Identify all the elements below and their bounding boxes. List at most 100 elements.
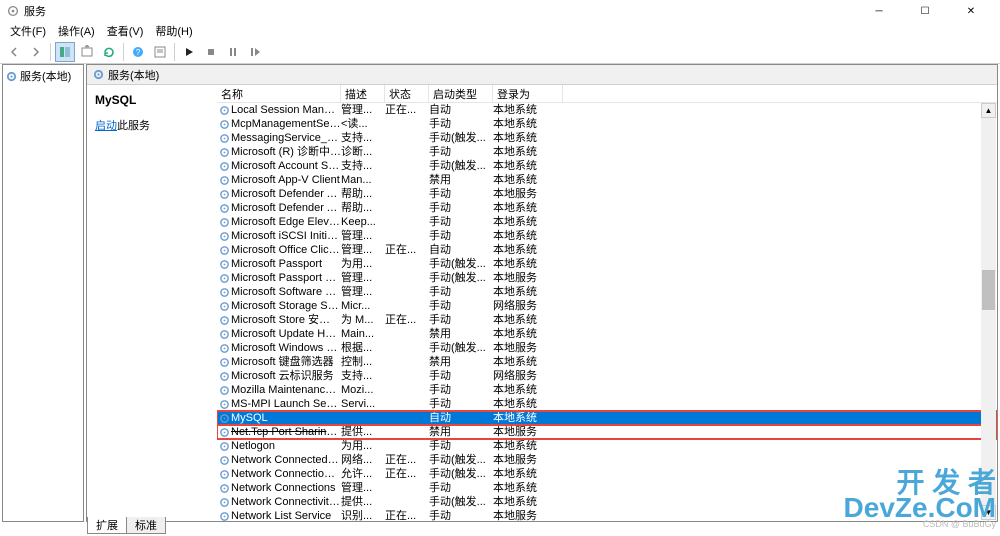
cell-startup: 手动(触发...: [429, 131, 493, 145]
service-row[interactable]: Microsoft Software Shado...管理...手动本地系统: [217, 285, 997, 299]
cell-desc: 支持...: [341, 369, 385, 383]
start-service-button[interactable]: [179, 42, 199, 62]
col-name[interactable]: 名称: [217, 85, 341, 102]
service-row[interactable]: Network Connections管理...手动本地系统: [217, 481, 997, 495]
cell-status: 正在...: [385, 243, 429, 257]
service-row[interactable]: Mozilla Maintenance ServiceMozi...手动本地系统: [217, 383, 997, 397]
tab-standard[interactable]: 标准: [126, 517, 166, 534]
service-row[interactable]: Netlogon为用...手动本地系统: [217, 439, 997, 453]
cell-startup: 手动: [429, 509, 493, 521]
cell-name: Network Connectivity Assis...: [231, 495, 341, 509]
cell-logon: 网络服务: [493, 299, 563, 313]
service-row[interactable]: Microsoft Store 安装服务为 M...正在...手动本地系统: [217, 313, 997, 327]
service-row[interactable]: Network Connected Devic...网络...正在...手动(触…: [217, 453, 997, 467]
tab-extended[interactable]: 扩展: [87, 517, 127, 534]
cell-name: Microsoft Windows SMS 路...: [231, 341, 341, 355]
service-row[interactable]: Local Session Manager管理...正在...自动本地系统: [217, 103, 997, 117]
cell-status: [385, 229, 429, 243]
tree-root-label: 服务(本地): [20, 68, 71, 84]
service-row[interactable]: McpManagementService<读...手动本地系统: [217, 117, 997, 131]
cell-name: Microsoft 键盘筛选器: [231, 355, 341, 369]
scroll-thumb[interactable]: [982, 270, 995, 310]
export-button[interactable]: [77, 42, 97, 62]
back-button[interactable]: [4, 42, 24, 62]
menu-file[interactable]: 文件(F): [4, 22, 52, 40]
service-row[interactable]: Microsoft Passport为用...手动(触发...本地系统: [217, 257, 997, 271]
cell-status: 正在...: [385, 453, 429, 467]
cell-name: Net.Tcp Port Sharing Service: [231, 425, 341, 439]
cell-logon: 本地系统: [493, 285, 563, 299]
service-row[interactable]: Microsoft Account Sign-in ...支持...手动(触发.…: [217, 159, 997, 173]
cell-logon: 本地服务: [493, 341, 563, 355]
service-row[interactable]: Microsoft 云标识服务支持...手动网络服务: [217, 369, 997, 383]
service-row[interactable]: Net.Tcp Port Sharing Service提供...禁用本地服务: [217, 425, 997, 439]
restart-service-button[interactable]: [245, 42, 265, 62]
service-row[interactable]: Microsoft Edge Elevation S...Keep...手动本地…: [217, 215, 997, 229]
cell-desc: 诊断...: [341, 145, 385, 159]
properties-button[interactable]: [150, 42, 170, 62]
menu-action[interactable]: 操作(A): [52, 22, 101, 40]
forward-button[interactable]: [26, 42, 46, 62]
service-row[interactable]: Microsoft Office Click-to-R...管理...正在...…: [217, 243, 997, 257]
cell-startup: 手动: [429, 369, 493, 383]
cell-desc: Man...: [341, 173, 385, 187]
help-button[interactable]: ?: [128, 42, 148, 62]
services-icon: [93, 69, 104, 80]
gear-icon: [217, 215, 231, 229]
show-hide-tree-button[interactable]: [55, 42, 75, 62]
cell-name: Microsoft Passport Container: [231, 271, 341, 285]
cell-desc: Mozi...: [341, 383, 385, 397]
cell-logon: 本地系统: [493, 117, 563, 131]
pause-service-button[interactable]: [223, 42, 243, 62]
gear-icon: [217, 117, 231, 131]
tree-root-item[interactable]: 服务(本地): [5, 67, 81, 85]
service-row[interactable]: MySQL自动本地系统: [217, 411, 997, 425]
cell-startup: 手动(触发...: [429, 271, 493, 285]
service-row[interactable]: MS-MPI Launch ServiceServi...手动本地系统: [217, 397, 997, 411]
close-button[interactable]: ✕: [948, 0, 994, 22]
service-row[interactable]: Microsoft Storage Spaces S...Micr...手动网络…: [217, 299, 997, 313]
cell-logon: 本地系统: [493, 215, 563, 229]
service-row[interactable]: Network Connectivity Assis...提供...手动(触发.…: [217, 495, 997, 509]
cell-desc: 管理...: [341, 285, 385, 299]
service-row[interactable]: Network Connection Broker允许...正在...手动(触发…: [217, 467, 997, 481]
cell-status: [385, 201, 429, 215]
col-desc[interactable]: 描述: [341, 85, 385, 102]
gear-icon: [217, 425, 231, 439]
service-row[interactable]: Microsoft App-V ClientMan...禁用本地系统: [217, 173, 997, 187]
cell-name: Microsoft Software Shado...: [231, 285, 341, 299]
service-row[interactable]: Microsoft (R) 诊断中心标准...诊断...手动本地系统: [217, 145, 997, 159]
cell-name: Microsoft Defender Antivir...: [231, 201, 341, 215]
refresh-button[interactable]: [99, 42, 119, 62]
service-row[interactable]: Microsoft Update Health S...Main...禁用本地系…: [217, 327, 997, 341]
stop-service-button[interactable]: [201, 42, 221, 62]
gear-icon: [217, 341, 231, 355]
cell-startup: 手动: [429, 397, 493, 411]
service-row[interactable]: MessagingService_bac8b支持...手动(触发...本地系统: [217, 131, 997, 145]
col-logon[interactable]: 登录为: [493, 85, 563, 102]
service-row[interactable]: Microsoft Defender Antivir...帮助...手动本地服务: [217, 187, 997, 201]
start-link[interactable]: 启动: [95, 120, 117, 132]
service-row[interactable]: Microsoft Defender Antivir...帮助...手动本地系统: [217, 201, 997, 215]
col-status[interactable]: 状态: [385, 85, 429, 102]
service-row[interactable]: Microsoft iSCSI Initiator Ser...管理...手动本…: [217, 229, 997, 243]
minimize-button[interactable]: ─: [856, 0, 902, 22]
gear-icon: [217, 355, 231, 369]
service-row[interactable]: Network List Service识别...正在...手动本地服务: [217, 509, 997, 521]
cell-name: Microsoft Defender Antivir...: [231, 187, 341, 201]
service-row[interactable]: Microsoft 键盘筛选器控制...禁用本地系统: [217, 355, 997, 369]
cell-desc: Keep...: [341, 215, 385, 229]
cell-name: McpManagementService: [231, 117, 341, 131]
service-row[interactable]: Microsoft Passport Container管理...手动(触发..…: [217, 271, 997, 285]
toolbar: ?: [0, 40, 1000, 64]
vertical-scrollbar[interactable]: ▲ ▼: [981, 103, 996, 520]
cell-startup: 手动(触发...: [429, 159, 493, 173]
maximize-button[interactable]: ☐: [902, 0, 948, 22]
scroll-down-button[interactable]: ▼: [981, 505, 996, 520]
menu-view[interactable]: 查看(V): [101, 22, 150, 40]
menu-help[interactable]: 帮助(H): [149, 22, 198, 40]
col-startup[interactable]: 启动类型: [429, 85, 493, 102]
service-row[interactable]: Microsoft Windows SMS 路...根据...手动(触发...本…: [217, 341, 997, 355]
cell-name: Network Connections: [231, 481, 341, 495]
scroll-up-button[interactable]: ▲: [981, 103, 996, 118]
